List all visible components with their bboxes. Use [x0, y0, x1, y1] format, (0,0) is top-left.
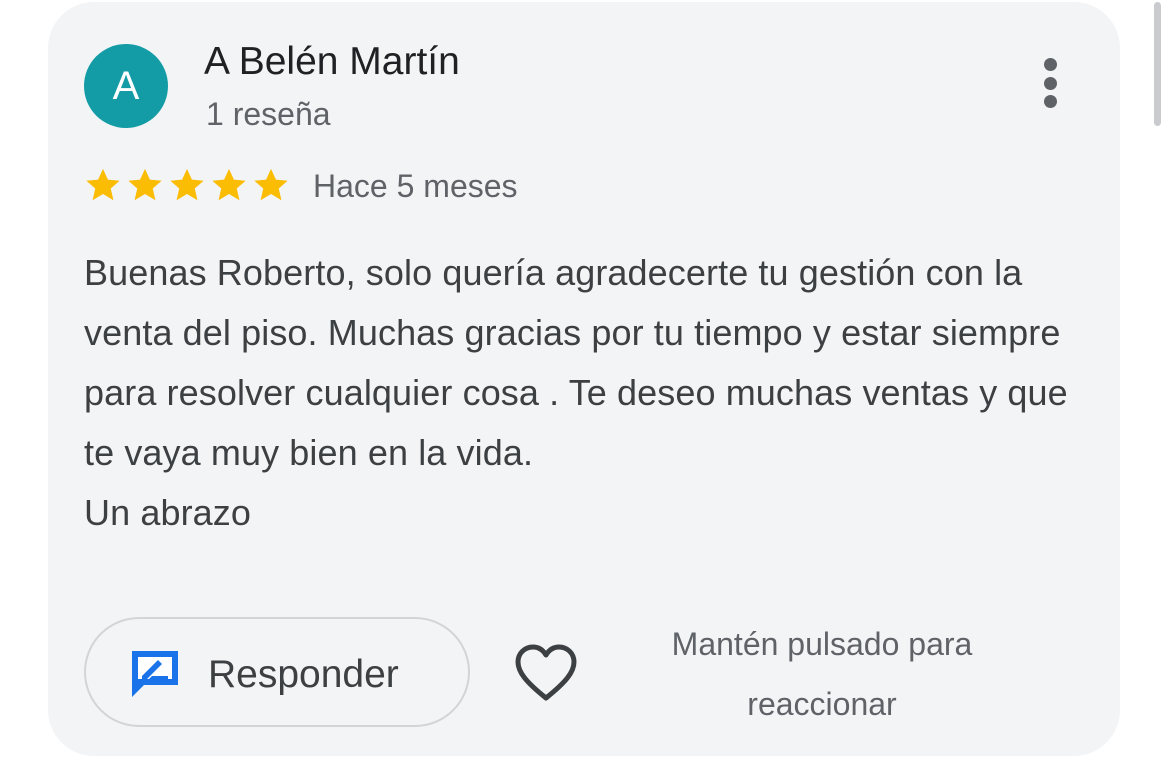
more-vertical-icon-dot	[1043, 76, 1057, 90]
more-options-button[interactable]	[1024, 52, 1076, 114]
avatar-initial: A	[112, 64, 140, 108]
review-text: Buenas Roberto, solo quería agradecerte …	[84, 252, 1068, 533]
scrollbar[interactable]	[1154, 2, 1161, 126]
review-date: Hace 5 meses	[313, 168, 518, 204]
react-hint: Mantén pulsado para reaccionar	[671, 626, 973, 722]
author-name[interactable]: A Belén Martín	[204, 40, 460, 84]
avatar[interactable]: A	[84, 44, 168, 128]
star-icon	[86, 168, 120, 201]
star-rating	[84, 166, 290, 206]
reply-button[interactable]: Responder	[84, 617, 470, 727]
more-vertical-icon	[1043, 58, 1057, 71]
star-icon	[128, 168, 162, 201]
reply-edit-icon	[128, 647, 182, 704]
star-icon	[170, 168, 204, 201]
author-review-count: 1 reseña	[206, 96, 331, 132]
more-vertical-icon-dot	[1043, 95, 1057, 108]
reply-button-label: Responder	[208, 653, 399, 696]
heart-outline-icon	[515, 644, 577, 701]
star-icon	[212, 168, 246, 201]
star-icon	[254, 168, 288, 201]
like-button[interactable]	[514, 644, 578, 704]
